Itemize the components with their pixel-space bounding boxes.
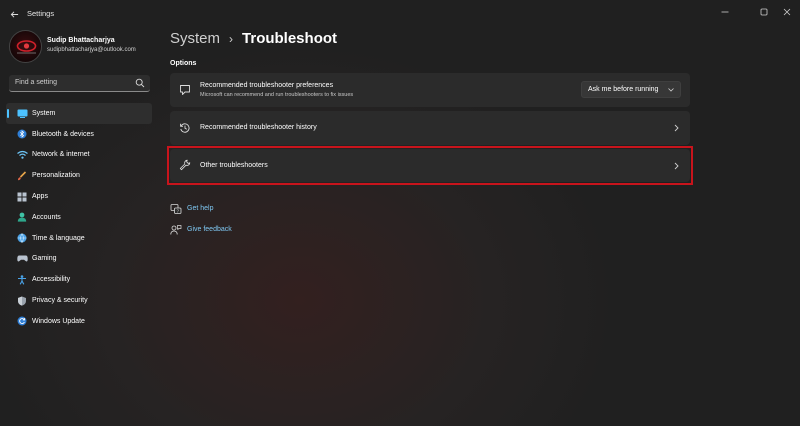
page-title: Troubleshoot (242, 30, 338, 47)
bluetooth-icon (17, 129, 27, 139)
app-title: Settings (27, 9, 55, 18)
shield-icon (18, 296, 26, 306)
sidebar-item-network[interactable]: Network & internet (6, 145, 152, 166)
section-title: Options (170, 60, 197, 67)
history-icon (180, 123, 190, 133)
sidebar-item-label: Accessibility (32, 276, 71, 284)
back-arrow-icon (10, 10, 18, 18)
sidebar-item-label: Personalization (32, 172, 80, 180)
sidebar-item-system[interactable]: System (6, 103, 152, 124)
minimize-button[interactable] (712, 4, 738, 20)
network-icon (16, 151, 28, 160)
troubleshooter-preference-dropdown[interactable]: Ask me before running (581, 81, 681, 98)
sidebar-item-accessibility[interactable]: Accessibility (6, 269, 152, 290)
windows-update-icon (17, 316, 27, 326)
user-name: Sudip Bhattacharjya (47, 37, 115, 44)
chevron-right-icon: › (229, 31, 234, 46)
get-help-link[interactable]: ? Get help (170, 198, 232, 219)
sidebar-item-label: Accounts (32, 213, 61, 221)
help-icon: ? (170, 203, 182, 214)
sidebar-item-apps[interactable]: Apps (6, 186, 152, 207)
user-email: sudipbhattacharjya@outlook.com (47, 47, 136, 53)
sidebar-item-personalization[interactable]: Personalization (6, 165, 152, 186)
sidebar: System Bluetooth & devices Network & int… (6, 103, 152, 332)
system-icon (17, 109, 27, 118)
sidebar-item-gaming[interactable]: Gaming (6, 249, 152, 270)
card-title: Recommended troubleshooter history (200, 124, 317, 131)
card-title: Recommended troubleshooter preferences (200, 82, 334, 89)
brush-icon (18, 171, 27, 180)
troubleshooter-history-card[interactable]: Recommended troubleshooter history (170, 111, 690, 145)
search-input[interactable]: Find a setting (9, 75, 150, 92)
chat-icon (180, 85, 190, 95)
sidebar-item-accounts[interactable]: Accounts (6, 207, 152, 228)
sidebar-item-time-language[interactable]: Time & language (6, 228, 152, 249)
sidebar-item-label: Apps (32, 193, 48, 201)
back-button[interactable] (6, 6, 22, 22)
help-links: ? Get help Give feedback (170, 198, 232, 240)
highlight-box (167, 146, 693, 185)
link-label: Get help (187, 205, 214, 212)
feedback-icon (170, 224, 182, 235)
user-profile[interactable]: Sudip Bhattacharjya sudipbhattacharjya@o… (9, 30, 169, 70)
sidebar-item-label: Gaming (32, 255, 57, 263)
close-button[interactable] (774, 4, 800, 20)
title-bar: Settings (0, 0, 800, 28)
apps-icon (17, 192, 27, 202)
sidebar-item-privacy-security[interactable]: Privacy & security (6, 290, 152, 311)
sidebar-item-label: Time & language (32, 234, 85, 242)
accessibility-icon (18, 275, 26, 285)
card-description: Microsoft can recommend and run troubles… (200, 92, 354, 98)
dropdown-value: Ask me before running (588, 85, 659, 93)
chevron-down-icon (668, 88, 674, 92)
sidebar-item-windows-update[interactable]: Windows Update (6, 311, 152, 332)
sidebar-item-label: Bluetooth & devices (32, 130, 94, 138)
sidebar-item-label: System (32, 109, 56, 117)
sidebar-item-label: Network & internet (32, 151, 90, 159)
breadcrumb-parent[interactable]: System (170, 30, 220, 47)
avatar (9, 30, 42, 63)
give-feedback-link[interactable]: Give feedback (170, 219, 232, 240)
sidebar-item-label: Privacy & security (32, 297, 88, 305)
minimize-icon (721, 11, 729, 13)
search-placeholder: Find a setting (15, 79, 58, 86)
sidebar-item-label: Windows Update (32, 317, 85, 325)
link-label: Give feedback (187, 226, 232, 233)
globe-icon (17, 233, 27, 244)
maximize-icon (760, 8, 768, 16)
search-icon (135, 78, 145, 88)
breadcrumb: System › Troubleshoot (170, 30, 337, 47)
chevron-right-icon (674, 124, 679, 132)
close-icon (783, 8, 791, 16)
sidebar-item-bluetooth[interactable]: Bluetooth & devices (6, 124, 152, 145)
accounts-icon (17, 212, 27, 222)
gaming-icon (16, 255, 28, 262)
troubleshooter-preferences-card: Recommended troubleshooter preferences M… (170, 73, 690, 107)
